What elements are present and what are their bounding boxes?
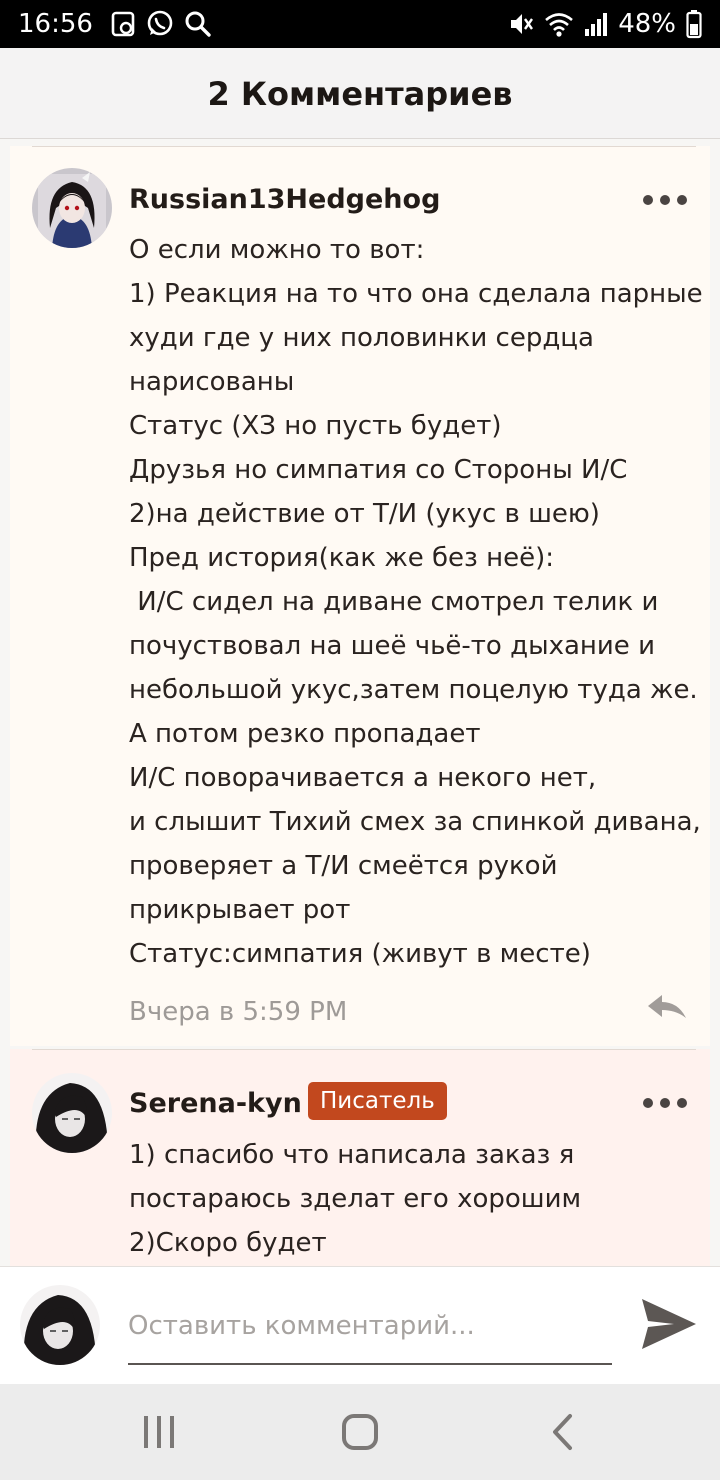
comment-username[interactable]: Russian13Hedgehog	[129, 183, 440, 217]
comment-timestamp: Вчера в 5:59 PM	[129, 997, 348, 1027]
send-icon[interactable]	[640, 1297, 698, 1351]
comment-text: 1) спасибо что написала заказ я постараю…	[129, 1140, 582, 1258]
header: 2 Комментариев	[0, 48, 720, 139]
divider	[32, 146, 696, 147]
status-time: 16:56	[18, 9, 93, 39]
comment-card: Russian13Hedgehog О если можно то вот: 1…	[10, 146, 710, 1046]
user-avatar[interactable]	[20, 1285, 100, 1365]
avatar[interactable]	[32, 168, 112, 248]
mute-icon	[508, 10, 534, 38]
comment-input[interactable]: Оставить комментарий...	[128, 1297, 612, 1365]
back-icon[interactable]	[543, 1412, 583, 1452]
page-title: 2 Комментариев	[207, 75, 513, 113]
status-bar: 16:56 48%	[0, 0, 720, 48]
more-options-icon[interactable]	[642, 190, 688, 210]
comment-username[interactable]: Serena-kyn	[129, 1087, 302, 1121]
avatar[interactable]	[32, 1073, 112, 1153]
wifi-icon	[544, 11, 574, 37]
home-icon[interactable]	[340, 1412, 380, 1452]
comment-text: О если можно то вот: 1) Реакция на то чт…	[129, 235, 703, 969]
divider	[32, 1049, 696, 1050]
navigation-bar	[0, 1384, 720, 1480]
compose-bar: Оставить комментарий...	[0, 1266, 720, 1385]
more-options-icon[interactable]	[642, 1093, 688, 1113]
gallery-notification-icon	[110, 10, 136, 38]
recent-apps-icon[interactable]	[139, 1412, 179, 1452]
battery-icon	[686, 9, 702, 39]
signal-icon	[584, 11, 608, 37]
whatsapp-icon	[146, 10, 174, 38]
comment-card: Serena-kyn Писатель 1) спасибо что напис…	[10, 1049, 710, 1269]
writer-badge: Писатель	[308, 1082, 447, 1120]
search-icon	[184, 10, 212, 38]
reply-icon[interactable]	[644, 992, 688, 1022]
comment-input-placeholder: Оставить комментарий...	[128, 1311, 475, 1341]
battery-level: 48%	[618, 9, 676, 39]
